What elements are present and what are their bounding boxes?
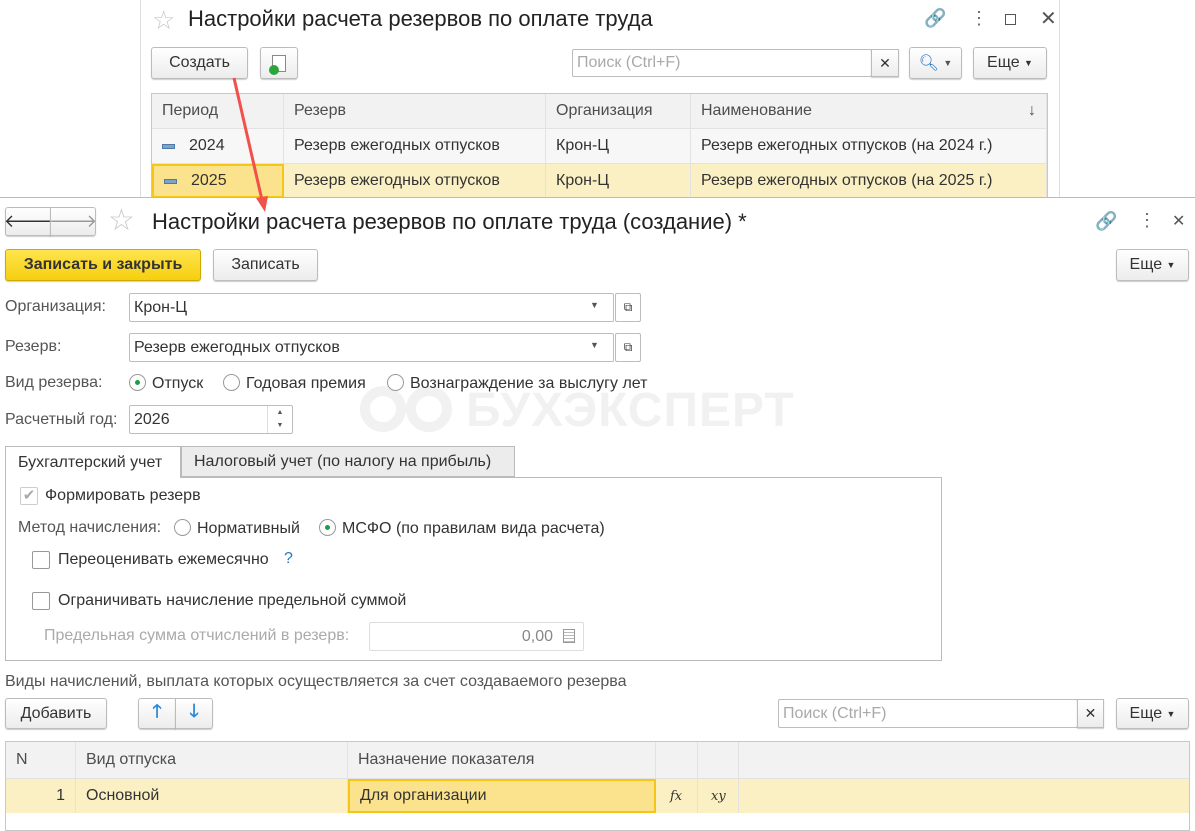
annotation-arrow: [232, 77, 268, 212]
